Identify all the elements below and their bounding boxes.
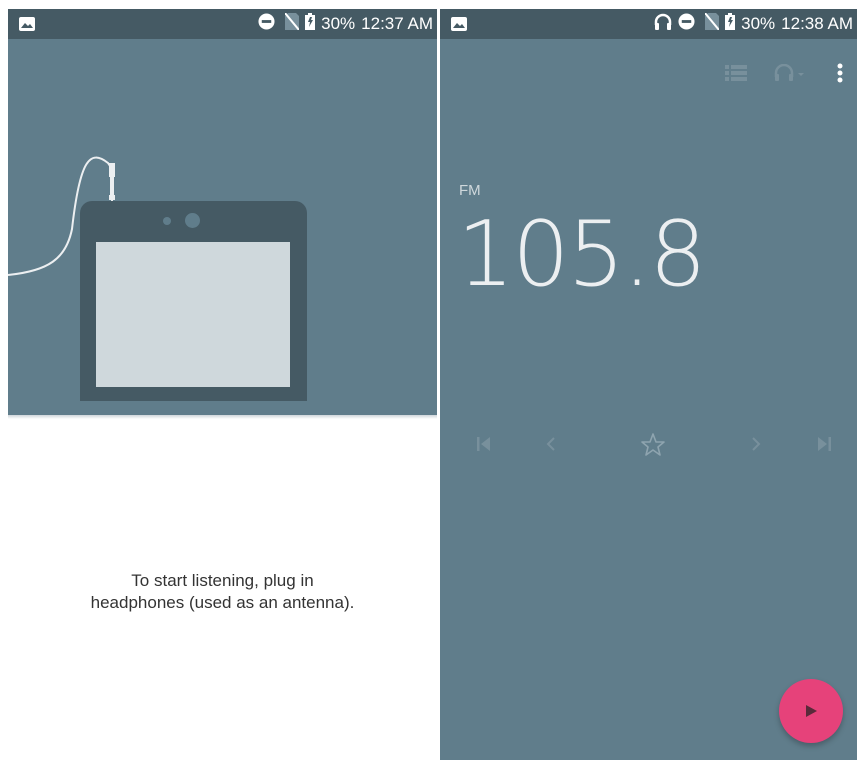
station-list-icon[interactable]: [718, 55, 754, 91]
status-time: 12:38 AM: [781, 14, 853, 33]
do-not-disturb-icon: [258, 13, 275, 35]
tablet-sensor: [163, 217, 171, 225]
tablet-screen: [96, 242, 290, 387]
message-line-2: headphones (used as an antenna).: [90, 593, 355, 612]
toolbar: [440, 55, 857, 91]
right-screen: 30% 12:38 AM FM 105.8: [440, 9, 857, 760]
tuner-controls: [440, 428, 857, 460]
play-button[interactable]: [779, 679, 843, 743]
frequency-display: 105.8: [457, 202, 707, 307]
no-sim-icon: [704, 12, 720, 35]
play-icon: [806, 705, 817, 717]
tune-down-icon[interactable]: [535, 428, 567, 460]
seek-next-icon[interactable]: [808, 428, 840, 460]
battery-percentage: 30%: [741, 14, 776, 33]
image-notification-icon: [451, 16, 467, 36]
band-label: FM: [459, 182, 481, 199]
battery-icon: [305, 13, 316, 35]
status-time: 12:37 AM: [361, 14, 433, 33]
battery-icon: [725, 13, 736, 35]
more-options-icon[interactable]: [826, 55, 854, 91]
no-sim-icon: [284, 12, 300, 35]
audio-output-headphones-icon[interactable]: [770, 55, 810, 91]
tablet-camera: [185, 213, 200, 228]
image-notification-icon: [19, 16, 35, 36]
divider: [8, 415, 437, 419]
headphones-icon: [654, 13, 672, 35]
tune-up-icon[interactable]: [740, 428, 772, 460]
plug-in-message: To start listening, plug in headphones (…: [8, 570, 437, 614]
status-bar: 30% 12:37 AM: [8, 9, 437, 39]
status-bar: 30% 12:38 AM: [440, 9, 857, 39]
seek-previous-icon[interactable]: [468, 428, 500, 460]
battery-percentage: 30%: [321, 14, 356, 33]
do-not-disturb-icon: [678, 13, 695, 35]
left-screen: 30% 12:37 AM To start listening, plug in…: [8, 9, 437, 760]
message-line-1: To start listening, plug in: [131, 571, 314, 590]
favorite-star-icon[interactable]: [637, 428, 669, 460]
